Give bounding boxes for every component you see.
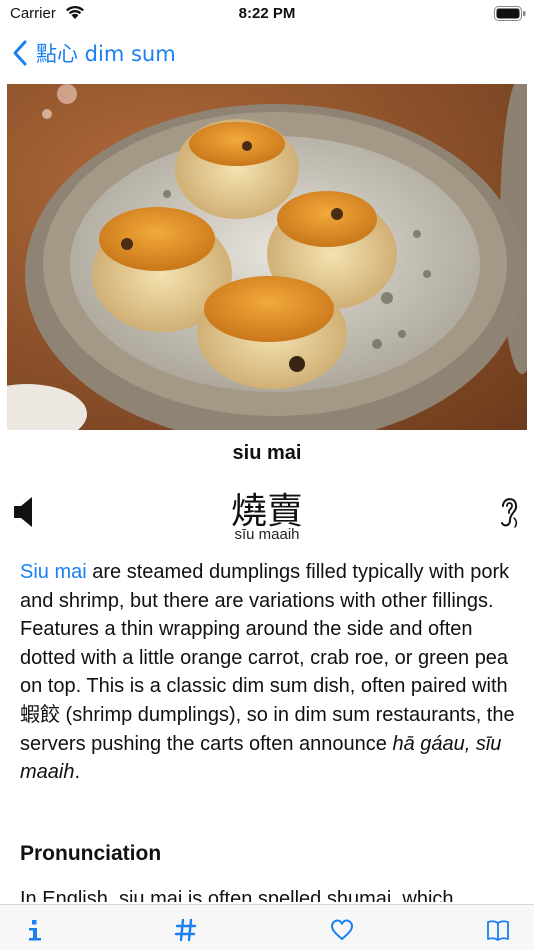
- battery-icon: [494, 6, 526, 21]
- hash-icon: [174, 918, 197, 942]
- dish-photo: [7, 84, 527, 430]
- dish-name: siu mai: [232, 442, 302, 464]
- tab-dictionary[interactable]: [483, 915, 513, 945]
- romanization: sīu maaih: [234, 526, 300, 543]
- pronunciation-heading: Pronunciation: [20, 842, 162, 865]
- back-button[interactable]: 點心 dim sum: [12, 38, 176, 68]
- description-body: are steamed dumplings filled typically w…: [20, 561, 515, 755]
- description: Siu mai are steamed dumplings filled typ…: [20, 558, 520, 787]
- description-link[interactable]: Siu mai: [20, 561, 87, 583]
- book-icon: [487, 920, 509, 941]
- info-icon: [29, 920, 41, 941]
- navigation-bar: 點心 dim sum: [0, 34, 534, 74]
- tab-hash[interactable]: [171, 915, 201, 945]
- back-button-label: 點心 dim sum: [36, 42, 176, 66]
- clock: 8:22 PM: [238, 5, 296, 22]
- status-bar: Carrier 8:22 PM: [0, 0, 534, 30]
- tab-info[interactable]: [20, 915, 50, 945]
- heart-icon: [330, 919, 354, 941]
- description-end: .: [74, 761, 81, 784]
- partial-paragraph: In English, siu mai is often spelled shu…: [20, 888, 454, 902]
- tab-favorites[interactable]: [327, 915, 357, 945]
- chevron-left-icon: [13, 40, 27, 66]
- ear-icon[interactable]: [498, 492, 520, 530]
- tab-bar: [0, 904, 534, 950]
